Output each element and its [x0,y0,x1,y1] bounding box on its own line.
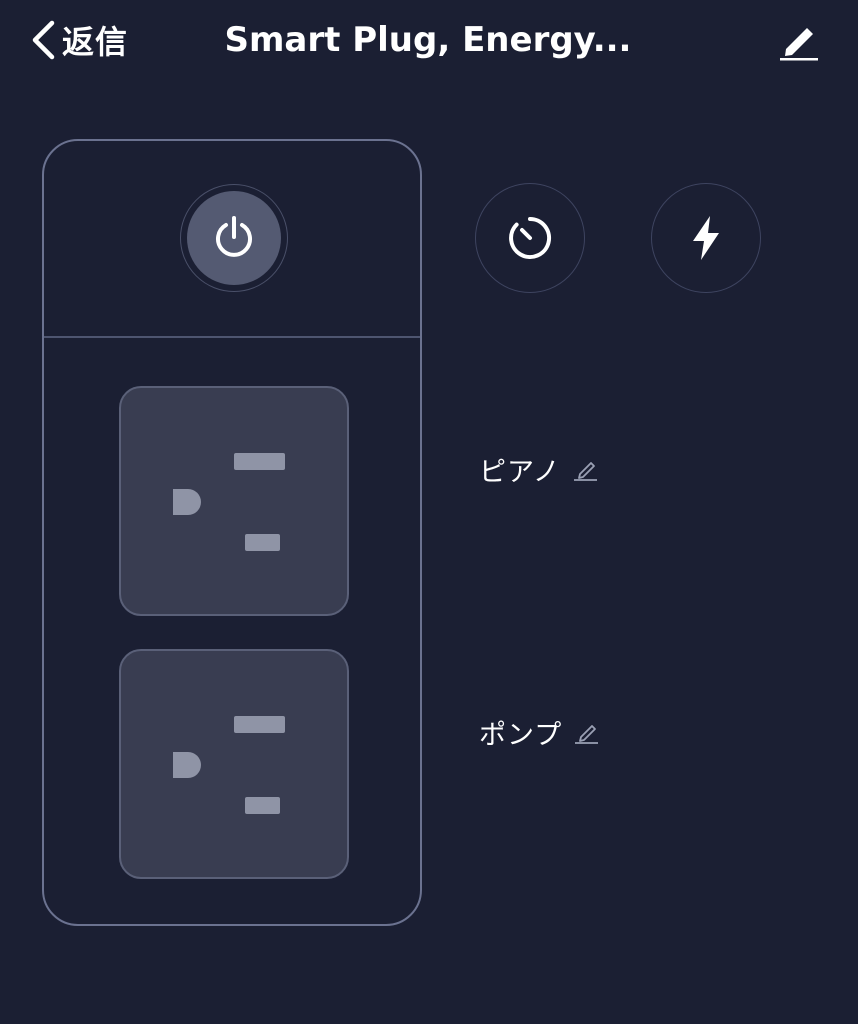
page-title: Smart Plug, Energy... [224,20,632,60]
pencil-icon [780,28,818,61]
top-bar: 返信 Smart Plug, Energy... [0,0,858,90]
timer-icon [509,216,552,259]
edit-device-button[interactable] [778,18,820,62]
back-button[interactable]: 返信 [30,16,128,64]
outlet-1-name: ピアノ [479,456,561,488]
pencil-icon [575,725,599,744]
outlet-slot [245,534,280,551]
pencil-icon [573,462,597,481]
power-button[interactable] [180,184,288,292]
back-label: 返信 [62,23,129,61]
outlet-2-name: ポンプ [479,719,563,751]
outlet-1[interactable] [119,386,349,616]
outlet-slot [234,453,285,470]
outlet-2[interactable] [119,649,349,879]
timer-button[interactable] [475,183,585,293]
power-button-face [187,191,281,285]
power-strip-panel [42,139,422,926]
outlet-1-label[interactable]: ピアノ [479,449,599,489]
outlet-ground-hole [173,489,201,515]
outlet-2-label[interactable]: ポンプ [479,712,600,752]
energy-button[interactable] [651,183,761,293]
outlet-slot [234,716,285,733]
chevron-left-icon [32,20,55,60]
outlet-ground-hole [173,752,201,778]
outlet-slot [245,797,280,814]
power-icon [216,216,252,257]
lightning-bolt-icon [693,216,719,260]
panel-divider [44,336,420,338]
